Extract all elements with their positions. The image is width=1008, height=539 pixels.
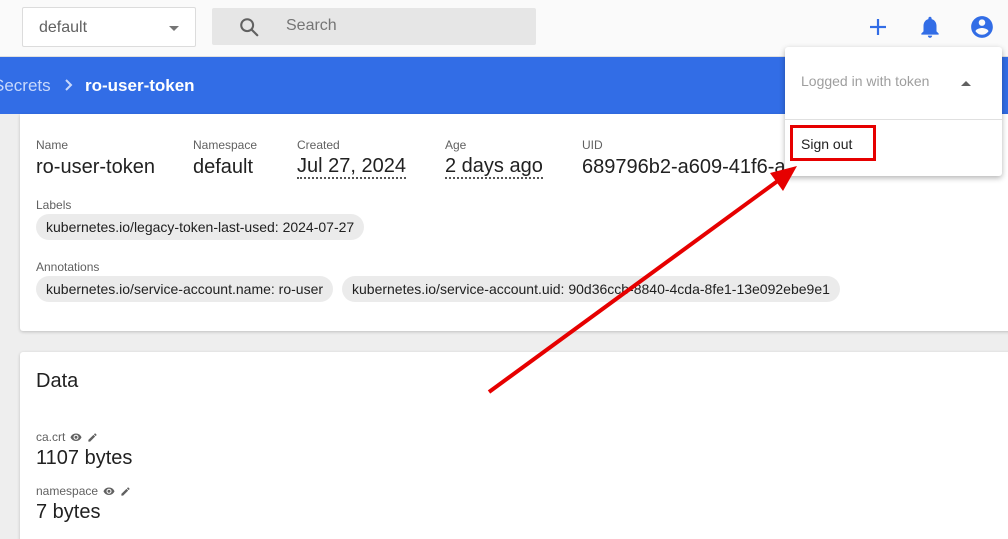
- name-label: Name: [36, 138, 69, 152]
- pencil-icon[interactable]: [87, 432, 98, 443]
- label-chip: kubernetes.io/legacy-token-last-used: 20…: [36, 214, 365, 240]
- data-section-title: Data: [36, 370, 79, 392]
- name-value: ro-user-token: [36, 156, 155, 178]
- created-label: Created: [297, 138, 340, 152]
- data-value: 1107 bytes: [36, 447, 133, 469]
- namespace-selector-value: default: [39, 19, 88, 36]
- collapse-caret-icon[interactable]: [961, 81, 971, 86]
- eye-icon[interactable]: [103, 486, 115, 496]
- pencil-icon[interactable]: [120, 486, 131, 497]
- chevron-right-icon: [65, 79, 73, 91]
- breadcrumb-current: ro-user-token: [85, 76, 195, 95]
- created-value[interactable]: Jul 27, 2024: [297, 155, 406, 179]
- age-value[interactable]: 2 days ago: [445, 155, 543, 179]
- search-input[interactable]: [286, 15, 516, 37]
- uid-label: UID: [582, 138, 603, 152]
- highlight-box: [790, 125, 876, 161]
- labels-label: Labels: [36, 198, 72, 212]
- annotation-chip: kubernetes.io/service-account.name: ro-u…: [36, 276, 334, 302]
- login-status: Logged in with token: [801, 73, 930, 89]
- search-icon: [240, 18, 259, 37]
- bell-icon[interactable]: [917, 14, 943, 40]
- annotations-label: Annotations: [36, 260, 100, 274]
- eye-icon[interactable]: [70, 432, 82, 442]
- data-key-row: namespace: [36, 484, 131, 498]
- dropdown-caret-icon: [169, 26, 179, 31]
- namespace-label: Namespace: [193, 138, 258, 152]
- namespace-value: default: [193, 156, 254, 178]
- data-key-row: ca.crt: [36, 430, 98, 444]
- age-label: Age: [445, 138, 467, 152]
- search-bar[interactable]: [212, 8, 536, 45]
- uid-value: 689796b2-a609-41f6-a: [582, 156, 786, 178]
- menu-divider: [785, 119, 1002, 120]
- account-circle-icon[interactable]: [969, 14, 995, 40]
- annotation-chip: kubernetes.io/service-account.uid: 90d36…: [342, 276, 840, 302]
- breadcrumb-secrets-link[interactable]: Secrets: [0, 76, 51, 96]
- add-icon[interactable]: [865, 14, 891, 40]
- namespace-selector[interactable]: default: [22, 7, 196, 47]
- data-card: Data ca.crt 1107 bytes namespace 7 bytes: [20, 352, 1008, 539]
- data-key: ca.crt: [36, 430, 66, 444]
- data-key: namespace: [36, 484, 99, 498]
- data-value: 7 bytes: [36, 501, 101, 523]
